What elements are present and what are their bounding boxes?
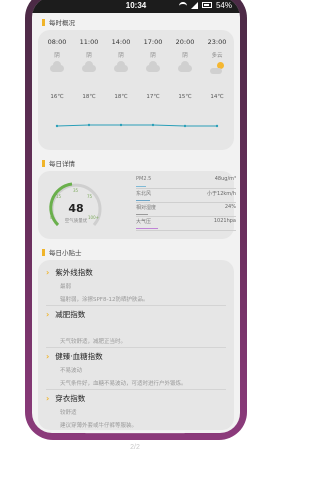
aqi-value: 48 (68, 202, 84, 215)
tip-level: 最弱 (60, 284, 72, 290)
aqi-gauge: 0 15 35 75 100+ 48 空气质量优 (44, 175, 108, 239)
tip-title: 健臻·血糖指数 (55, 352, 103, 361)
temp-point (87, 123, 91, 127)
status-time: 10:34 (125, 0, 147, 10)
tip-item[interactable]: › 减肥指数 天气较舒适，减肥正当时。 (46, 306, 226, 348)
phone-screen: 10:34 54% 每时概况 08:00 阴 16℃ 11:00 阴 18℃ 1… (32, 0, 240, 433)
metric-name: PM2.5 (136, 176, 152, 182)
daily-card: 0 15 35 75 100+ 48 空气质量优 PM2.5 48ug/m³ 东 (38, 171, 236, 239)
tip-desc: 建议穿薄外套或牛仔裤等服装。 (60, 423, 138, 429)
metric-value: 48ug/m³ (214, 176, 236, 182)
signal-icon (190, 1, 198, 9)
gauge-tick: 15 (56, 194, 62, 199)
metric-row: PM2.5 48ug/m³ (136, 175, 236, 189)
section-marker (42, 248, 45, 256)
aqi-label: 空气质量优 (64, 219, 88, 224)
metric-value: 1021hpa (213, 218, 236, 224)
chevron-right-icon: › (46, 268, 50, 277)
daily-section-title: 每日详情 (32, 154, 240, 171)
metric-name: 相对湿度 (136, 205, 157, 211)
status-icons: 54% (178, 0, 232, 10)
tip-desc: 辐射弱，涂擦SPF8-12防晒护肤品。 (60, 297, 149, 303)
tips-card: › 紫外线指数 最弱 辐射弱，涂擦SPF8-12防晒护肤品。 › 减肥指数 天气较舒… (38, 260, 234, 430)
hourly-card: 08:00 阴 16℃ 11:00 阴 18℃ 14:00 阴 18℃ 17:0… (38, 30, 234, 150)
gauge-tick: 75 (87, 194, 93, 199)
tip-title: 紫外线指数 (55, 268, 93, 277)
daily-title: 每日详情 (49, 161, 75, 168)
status-bar: 10:34 54% (32, 0, 240, 13)
page-indicator: 2/2 (130, 444, 140, 451)
metric-row: 东北风 小于12km/h (136, 189, 236, 203)
app-stage: 10:34 54% 每时概况 08:00 阴 16℃ 11:00 阴 18℃ 1… (0, 0, 270, 480)
metric-bar (136, 185, 146, 187)
tip-desc: 天气较舒适，减肥正当时。 (60, 339, 127, 345)
metrics-list: PM2.5 48ug/m³ 东北风 小于12km/h 相对湿度 24% 大气压 … (136, 175, 236, 231)
temp-point (119, 123, 123, 127)
temp-point (183, 124, 187, 128)
temp-point (215, 124, 219, 128)
battery-percent: 54% (215, 0, 232, 10)
tip-item[interactable]: › 紫外线指数 最弱 辐射弱，涂擦SPF8-12防晒护肤品。 (46, 264, 226, 306)
tip-level: 不易波动 (60, 368, 83, 374)
metric-bar (136, 199, 150, 201)
metric-row: 大气压 1021hpa (136, 217, 236, 231)
section-marker (42, 18, 45, 26)
chevron-right-icon: › (46, 394, 50, 403)
metric-value: 小于12km/h (207, 191, 236, 197)
hourly-title: 每时概况 (49, 20, 75, 27)
battery-icon (201, 2, 212, 8)
chevron-right-icon: › (46, 310, 50, 319)
hourly-section-title: 每时概况 (32, 13, 240, 30)
tip-item[interactable]: › 穿衣指数 较舒适 建议穿薄外套或牛仔裤等服装。 (46, 390, 226, 430)
metric-name: 大气压 (136, 219, 152, 225)
metric-value: 24% (224, 204, 236, 210)
bezel-highlight (85, 431, 185, 434)
tip-title: 穿衣指数 (55, 394, 86, 403)
metric-row: 相对湿度 24% (136, 203, 236, 217)
chevron-right-icon: › (46, 352, 50, 361)
section-marker (42, 159, 45, 167)
tips-title: 每日小贴士 (49, 250, 82, 257)
phone-frame: 10:34 54% 每时概况 08:00 阴 16℃ 11:00 阴 18℃ 1… (25, 0, 247, 440)
temperature-line (55, 123, 219, 128)
metric-name: 东北风 (136, 191, 152, 197)
temp-point (151, 123, 155, 127)
tip-desc: 天气条件好，血糖不易波动，可适时进行户外锻炼。 (60, 381, 187, 387)
tip-level: 较舒适 (60, 410, 77, 416)
tip-item[interactable]: › 健臻·血糖指数 不易波动 天气条件好，血糖不易波动，可适时进行户外锻炼。 (46, 348, 226, 390)
tips-section-title: 每日小贴士 (32, 243, 240, 260)
tip-title: 减肥指数 (55, 310, 86, 319)
gauge-tick: 35 (73, 188, 79, 193)
wifi-icon (178, 2, 187, 8)
metric-bar (136, 227, 158, 229)
temp-point (55, 124, 59, 128)
metric-bar (136, 213, 148, 215)
